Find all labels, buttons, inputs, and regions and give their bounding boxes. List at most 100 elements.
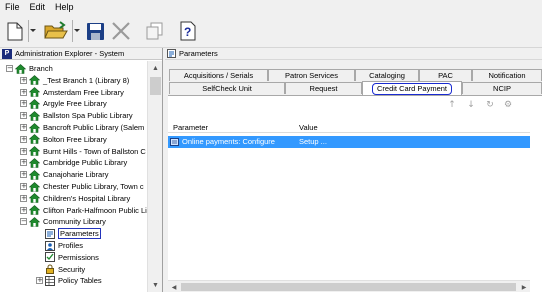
tab-notification[interactable]: Notification (472, 69, 542, 81)
table-row[interactable]: Online payments: Configure Setup ... (168, 136, 530, 148)
tree-branch-item[interactable]: + Burnt Hills - Town of Ballston C (20, 146, 146, 157)
expand-toggle-icon[interactable]: + (20, 171, 27, 179)
tree-label: _Test Branch 1 (Library 8) (43, 75, 130, 85)
tree-branch-item[interactable]: + Children's Hospital Library (20, 193, 130, 204)
refresh-icon[interactable]: ↻ (484, 99, 496, 111)
settings-icon[interactable]: ⚙ (502, 99, 514, 111)
tree-label: Policy Tables (58, 276, 102, 286)
horizontal-scroll-thumb[interactable] (181, 283, 516, 291)
parameters-title-bar: Parameters (165, 48, 542, 60)
column-value[interactable]: Value (299, 122, 318, 133)
tree-label: Parameters (58, 228, 101, 240)
tree-label: Canajoharie Library (43, 170, 109, 180)
scroll-right-arrow-icon[interactable]: ▶ (518, 281, 530, 292)
tree-label: Ballston Spa Public Library (43, 111, 133, 121)
tree-label: Security (58, 264, 86, 274)
parameters-icon (45, 228, 55, 239)
tab-patron-services[interactable]: Patron Services (268, 69, 355, 81)
expand-toggle-icon[interactable]: + (20, 100, 27, 108)
tree-branch-item[interactable]: + Argyle Free Library (20, 98, 107, 109)
expand-toggle-icon[interactable]: + (20, 183, 27, 190)
tree-child-policy-tables[interactable]: + Policy Tables (36, 275, 102, 286)
tree-label: Branch (29, 64, 53, 73)
branch-house-icon (29, 87, 40, 97)
menu-help[interactable]: Help (50, 0, 79, 14)
tree-branch-item[interactable]: + Cambridge Public Library (20, 157, 127, 168)
tree-label: Amsterdam Free Library (43, 87, 124, 97)
tree-branch-item[interactable]: + Canajoharie Library (20, 169, 108, 180)
copy-icon[interactable] (144, 20, 166, 42)
expand-toggle-icon[interactable]: − (6, 65, 13, 72)
tree-branch-item[interactable]: − Community Library (20, 216, 106, 227)
tab-request[interactable]: Request (285, 82, 362, 94)
expand-toggle-icon[interactable]: + (20, 112, 27, 120)
explorer-title: Administration Explorer - System (15, 49, 125, 58)
branch-house-icon (29, 181, 40, 192)
tree-branch-item[interactable]: + _Test Branch 1 (Library 8) (20, 75, 129, 86)
expand-toggle-icon[interactable]: + (20, 159, 27, 167)
expand-toggle-icon[interactable]: + (20, 76, 27, 84)
tree-child-parameters[interactable]: Parameters (45, 228, 101, 240)
tree-label: Argyle Free Library (43, 99, 107, 109)
delete-icon[interactable] (110, 20, 132, 42)
permissions-icon (45, 252, 55, 263)
open-folder-icon[interactable] (43, 20, 71, 42)
parameters-title: Parameters (179, 49, 218, 58)
menu-edit[interactable]: Edit (25, 0, 51, 14)
scroll-up-arrow-icon[interactable]: ▲ (148, 61, 163, 75)
tab-cataloging[interactable]: Cataloging (355, 69, 419, 81)
expand-toggle-icon[interactable]: + (36, 277, 43, 285)
expand-toggle-icon[interactable]: − (20, 218, 27, 226)
save-icon[interactable] (84, 20, 106, 42)
branch-house-icon (29, 193, 40, 204)
menu-file[interactable]: File (0, 0, 25, 14)
expand-toggle-icon[interactable]: + (20, 135, 27, 143)
new-dropdown-arrow[interactable] (28, 20, 36, 42)
grid-horizontal-scrollbar[interactable]: ◀ ▶ (168, 280, 530, 292)
tree-child-permissions[interactable]: Permissions (45, 252, 99, 263)
tree-branch-item[interactable]: + Bolton Free Library (20, 134, 107, 145)
row-parameter-cell: Online payments: Configure (168, 136, 275, 148)
expand-toggle-icon[interactable]: + (20, 147, 27, 155)
new-document-icon[interactable] (4, 20, 26, 42)
tree-vertical-scrollbar[interactable]: ▲ ▼ (147, 61, 162, 292)
expand-toggle-icon[interactable]: + (20, 124, 27, 131)
tab-pac[interactable]: PAC (419, 69, 472, 81)
parameters-icon (167, 49, 176, 58)
move-down-icon[interactable]: ↓ (465, 99, 477, 111)
scroll-thumb[interactable] (150, 77, 161, 95)
find-icon[interactable]: ? (177, 20, 199, 42)
move-up-icon[interactable]: ↑ (446, 99, 458, 111)
tree-root-branch[interactable]: − Branch (6, 63, 53, 74)
expand-toggle-icon[interactable]: + (20, 88, 27, 96)
tree-branch-item[interactable]: + Bancroft Public Library (Salem (20, 122, 144, 133)
branch-house-icon (29, 122, 40, 133)
tree-branch-item[interactable]: + Amsterdam Free Library (20, 87, 124, 98)
expand-toggle-icon[interactable]: + (20, 206, 27, 214)
column-parameter[interactable]: Parameter (173, 122, 208, 133)
scroll-left-arrow-icon[interactable]: ◀ (168, 281, 180, 292)
tree-label: Children's Hospital Library (43, 193, 131, 203)
branch-house-icon (15, 63, 26, 74)
tab-acquisitions-serials[interactable]: Acquisitions / Serials (169, 69, 268, 81)
parameter-value[interactable]: Setup ... (299, 136, 327, 148)
branch-house-icon (29, 146, 40, 156)
tab-selfcheck-unit[interactable]: SelfCheck Unit (169, 82, 285, 94)
branch-house-icon (29, 134, 40, 145)
tree-branch-item[interactable]: + Ballston Spa Public Library (20, 110, 133, 121)
expand-toggle-icon[interactable]: + (20, 194, 27, 202)
branch-house-icon (29, 157, 40, 168)
policy-tables-icon (45, 275, 55, 286)
tree-branch-item[interactable]: + Chester Public Library, Town c (20, 181, 144, 192)
tree-child-profiles[interactable]: Profiles (45, 240, 83, 251)
tab-ncip[interactable]: NCIP (462, 82, 542, 94)
branch-house-icon (29, 98, 40, 109)
parameter-row-icon (170, 138, 179, 146)
open-dropdown-arrow[interactable] (72, 20, 80, 42)
tree-branch-item[interactable]: + Clifton Park-Halfmoon Public Lib (20, 205, 147, 216)
explorer-title-bar: P Administration Explorer - System (0, 48, 162, 60)
toolbar: ? (0, 14, 542, 48)
tab-credit-card-payment[interactable]: Credit Card Payment (362, 81, 462, 95)
scroll-down-arrow-icon[interactable]: ▼ (148, 278, 163, 292)
tree-child-security[interactable]: Security (45, 264, 85, 275)
